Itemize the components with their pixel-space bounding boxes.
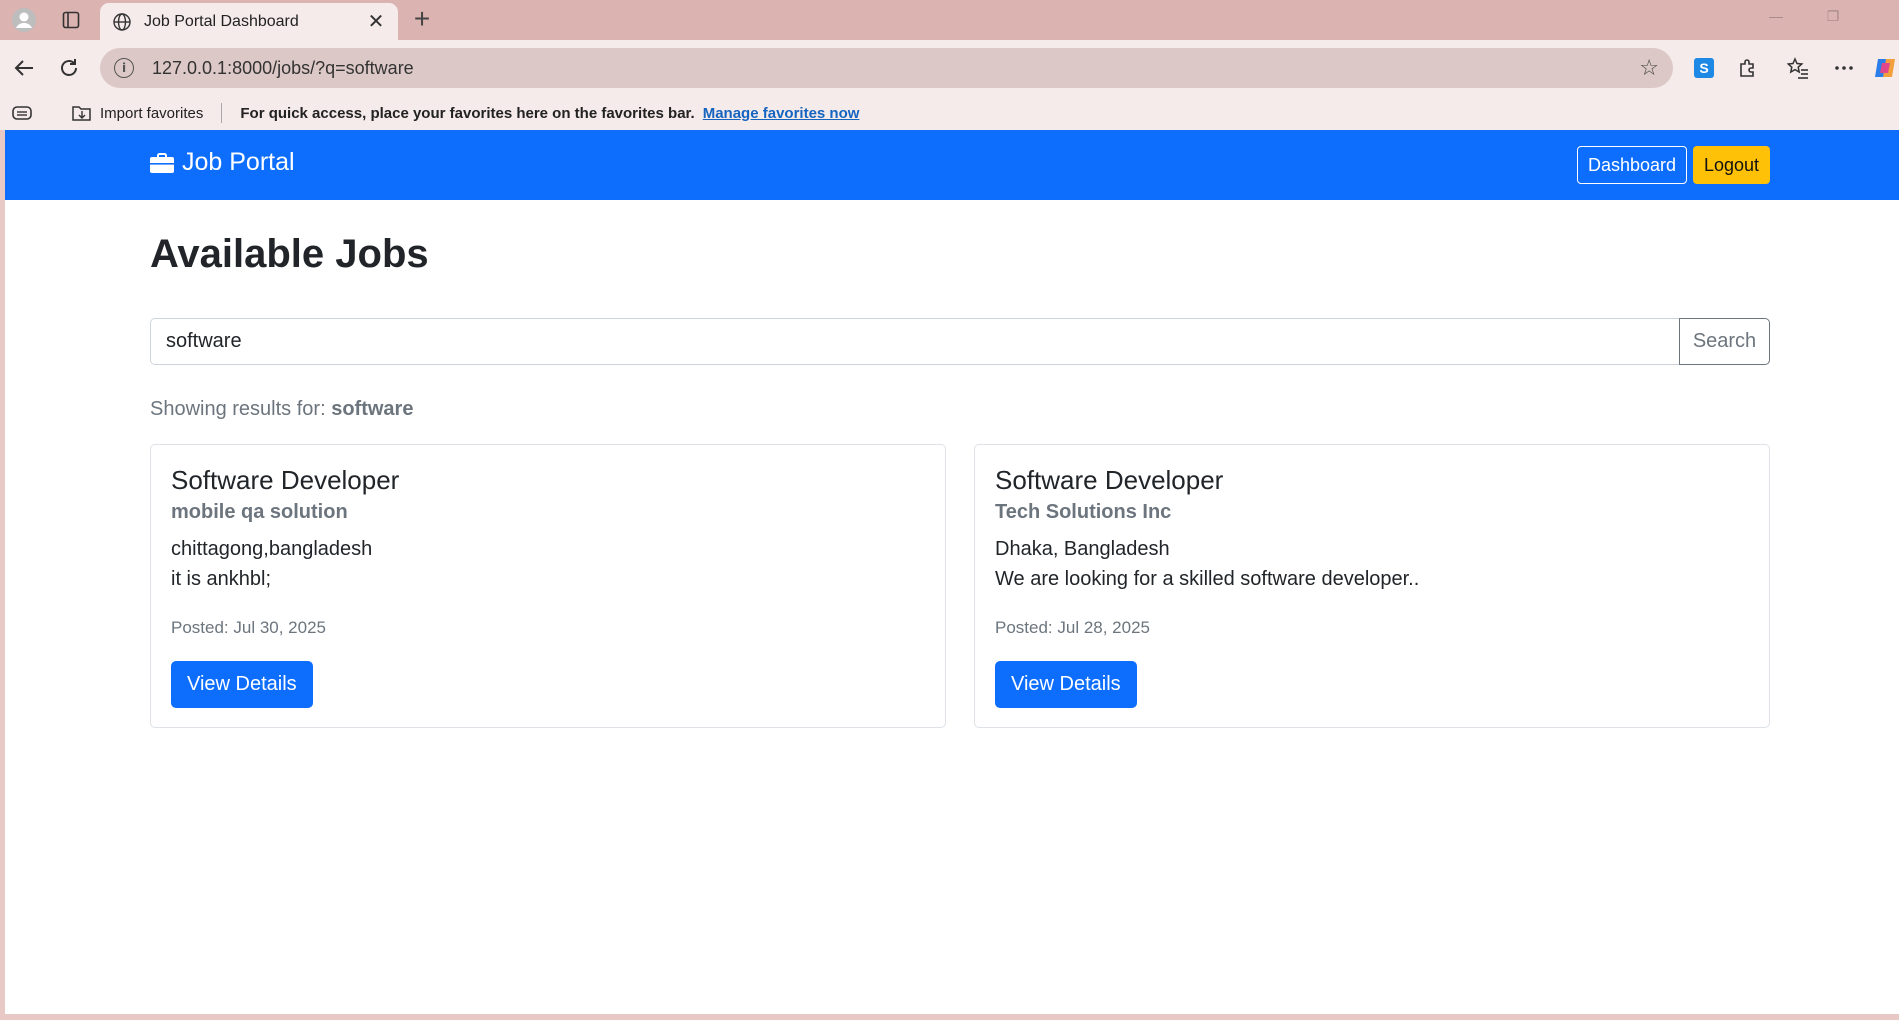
- globe-icon: [112, 12, 132, 32]
- restore-icon[interactable]: ❐: [1822, 8, 1844, 25]
- job-location: Dhaka, Bangladesh: [995, 538, 1170, 560]
- more-options-icon[interactable]: [1830, 54, 1858, 82]
- address-bar[interactable]: i 127.0.0.1:8000/jobs/?q=software ☆: [100, 48, 1673, 88]
- import-folder-icon: [72, 104, 92, 122]
- browser-toolbar: i 127.0.0.1:8000/jobs/?q=software ☆ S: [0, 40, 1899, 96]
- page-title: Available Jobs: [150, 232, 429, 276]
- job-posted-date: Posted: Jul 28, 2025: [995, 618, 1151, 637]
- new-tab-icon[interactable]: +: [410, 4, 434, 36]
- job-title: Software Developer: [171, 465, 400, 495]
- job-location: chittagong,bangladesh: [171, 538, 373, 560]
- job-title: Software Developer: [995, 465, 1224, 495]
- svg-text:S: S: [1699, 60, 1708, 76]
- site-navbar: Job Portal Dashboard Logout: [5, 130, 1899, 200]
- results-prefix: Showing results for:: [150, 398, 326, 420]
- job-posted-date: Posted: Jul 30, 2025: [171, 618, 327, 637]
- job-company: mobile qa solution: [171, 501, 348, 523]
- briefcase-icon: [150, 152, 174, 173]
- import-favorites-button[interactable]: Import favorites: [72, 104, 203, 122]
- manage-favorites-link[interactable]: Manage favorites now: [703, 105, 860, 122]
- favorites-bar: Import favorites For quick access, place…: [0, 96, 1899, 130]
- tab-title: Job Portal Dashboard: [144, 12, 299, 30]
- job-company: Tech Solutions Inc: [995, 501, 1172, 523]
- favorite-star-icon[interactable]: ☆: [1639, 55, 1659, 81]
- results-summary: Showing results for: software: [150, 398, 413, 421]
- search-input[interactable]: [150, 318, 1680, 365]
- close-tab-icon[interactable]: ✕: [366, 9, 386, 34]
- copilot-icon[interactable]: [1871, 54, 1899, 82]
- tab-job-portal-dashboard[interactable]: Job Portal Dashboard ✕: [100, 3, 398, 40]
- favorites-separator: [221, 103, 223, 123]
- import-favorites-label: Import favorites: [100, 104, 204, 122]
- profile-icon[interactable]: [10, 6, 38, 34]
- browser-tab-bar: Job Portal Dashboard ✕ + — ❐: [0, 0, 1899, 40]
- back-arrow-icon[interactable]: [10, 54, 38, 82]
- page-viewport: Job Portal Dashboard Logout Available Jo…: [5, 130, 1899, 1014]
- results-query: software: [331, 398, 414, 420]
- minimize-icon[interactable]: —: [1765, 8, 1787, 24]
- job-description: We are looking for a skilled software de…: [995, 568, 1420, 590]
- brand-label: Job Portal: [182, 148, 295, 176]
- tab-actions-icon[interactable]: [57, 6, 85, 34]
- refresh-icon[interactable]: [55, 54, 83, 82]
- extension-s-icon[interactable]: S: [1690, 54, 1718, 82]
- dashboard-button[interactable]: Dashboard: [1577, 146, 1688, 184]
- url-text: 127.0.0.1:8000/jobs/?q=software: [152, 57, 414, 78]
- reading-view-icon[interactable]: [12, 105, 34, 121]
- job-description: it is ankhbl;: [171, 568, 272, 590]
- job-card: Software Developer Tech Solutions Inc Dh…: [974, 444, 1770, 728]
- search-button[interactable]: Search: [1679, 318, 1770, 365]
- job-card: Software Developer mobile qa solution ch…: [150, 444, 946, 728]
- view-details-button[interactable]: View Details: [171, 661, 313, 708]
- favorites-hint: For quick access, place your favorites h…: [240, 104, 695, 122]
- brand-link[interactable]: Job Portal: [150, 148, 295, 177]
- logout-button[interactable]: Logout: [1693, 146, 1771, 184]
- view-details-button[interactable]: View Details: [995, 661, 1137, 708]
- extensions-puzzle-icon[interactable]: [1734, 54, 1762, 82]
- site-info-icon[interactable]: i: [114, 58, 134, 78]
- favorites-list-icon[interactable]: [1784, 54, 1812, 82]
